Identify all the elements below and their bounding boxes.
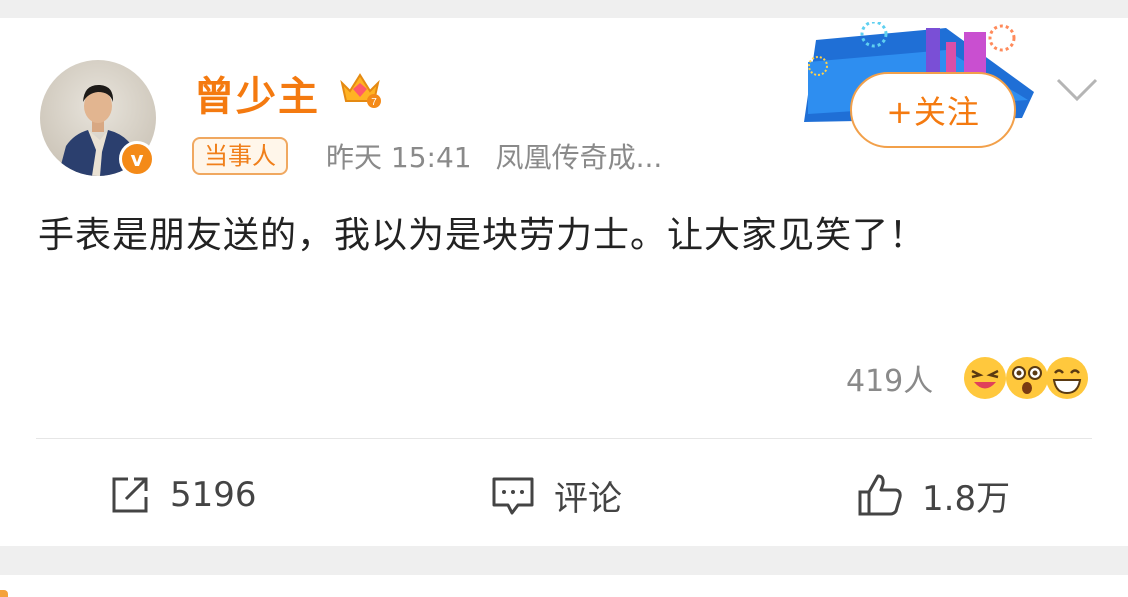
comment-icon <box>492 477 534 515</box>
status-badge: 当事人 <box>192 137 288 175</box>
like-icon <box>858 474 902 516</box>
grin-emoji-icon <box>1046 357 1088 399</box>
svg-text:7: 7 <box>371 97 377 108</box>
next-card-edge <box>0 590 8 597</box>
crown-level-icon: 7 <box>340 73 381 108</box>
post-content: 手表是朋友送的，我以为是块劳力士。让大家见笑了！ <box>38 215 927 256</box>
comment-button[interactable]: 评论 <box>490 470 622 520</box>
top-gap <box>0 0 1128 18</box>
post-meta: 昨天 15:41 凤凰传奇成... <box>326 136 662 176</box>
post-time: 昨天 15:41 <box>326 141 472 174</box>
reaction-count[interactable]: 419人 <box>846 356 933 400</box>
like-count: 1.8万 <box>922 478 1011 519</box>
like-button[interactable]: 1.8万 <box>856 470 1010 520</box>
divider <box>36 438 1092 439</box>
laugh-cry-emoji-icon <box>964 357 1006 399</box>
repost-button[interactable]: 5196 <box>108 470 257 520</box>
repost-count: 5196 <box>170 475 257 515</box>
verified-icon: v <box>119 141 155 177</box>
chevron-down-icon[interactable] <box>1054 74 1100 104</box>
post-source[interactable]: 凤凰传奇成... <box>496 141 663 174</box>
next-card <box>0 575 1128 597</box>
username[interactable]: 曾少主 <box>194 64 320 122</box>
follow-button[interactable]: +关注 <box>850 72 1016 148</box>
comment-label: 评论 <box>554 478 622 519</box>
repost-icon <box>112 477 148 513</box>
